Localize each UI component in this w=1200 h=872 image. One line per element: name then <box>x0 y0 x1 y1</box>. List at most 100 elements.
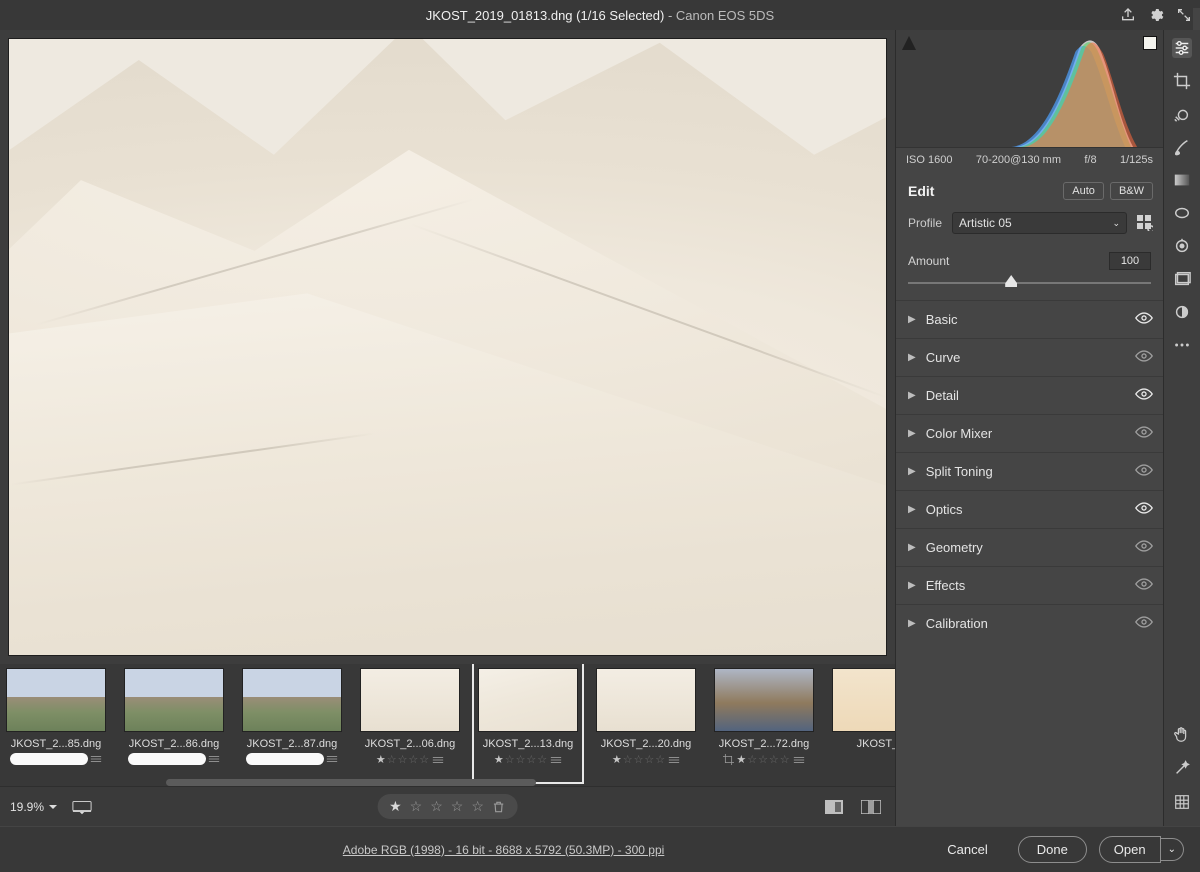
brush-icon[interactable] <box>1172 137 1192 157</box>
profile-browser-icon[interactable] <box>1137 215 1153 231</box>
edit-sliders-icon[interactable] <box>1172 38 1192 58</box>
grid-icon[interactable] <box>1172 792 1192 812</box>
open-dropdown[interactable]: ⌄ <box>1161 838 1184 861</box>
single-view-icon[interactable] <box>825 800 843 814</box>
title-bar: JKOST_2019_01813.dng (1/16 Selected) - C… <box>0 0 1200 30</box>
visibility-icon[interactable] <box>1135 502 1153 517</box>
star-5-icon[interactable]: ☆ <box>471 798 484 815</box>
visibility-icon[interactable] <box>1135 616 1153 631</box>
chevron-right-icon: ▶ <box>908 390 916 401</box>
marker-icon[interactable] <box>72 799 92 815</box>
thumb-image[interactable] <box>478 668 578 732</box>
preview-canvas[interactable] <box>8 38 887 656</box>
gear-icon[interactable] <box>1148 7 1164 23</box>
adjust-icon <box>793 755 805 765</box>
section-optics[interactable]: ▶Optics <box>896 490 1163 528</box>
open-button[interactable]: Open <box>1099 836 1161 863</box>
lens-value: 70-200@130 mm <box>976 154 1061 166</box>
hand-icon[interactable] <box>1172 724 1192 744</box>
section-effects[interactable]: ▶Effects <box>896 566 1163 604</box>
share-icon[interactable] <box>1120 7 1136 23</box>
thumbnail[interactable]: JKOST_2...13.dng★☆☆☆☆ <box>478 668 578 778</box>
star-3-icon[interactable]: ☆ <box>430 798 443 815</box>
visibility-icon[interactable] <box>1135 350 1153 365</box>
thumbnail[interactable]: JKOST_2...06.dng★☆☆☆☆ <box>360 668 460 778</box>
histogram[interactable] <box>896 30 1163 148</box>
visibility-icon[interactable] <box>1135 464 1153 479</box>
adjust-icon <box>208 754 220 764</box>
chevron-right-icon: ▶ <box>908 314 916 325</box>
image-info-link[interactable]: Adobe RGB (1998) - 16 bit - 8688 x 5792 … <box>343 843 665 857</box>
thumbnail[interactable]: JKOST_2...86.dng <box>124 668 224 778</box>
thumb-image[interactable] <box>124 668 224 732</box>
section-curve[interactable]: ▶Curve <box>896 338 1163 376</box>
thumb-filename: JKOST_2...85.dng <box>11 738 102 750</box>
crop-icon[interactable] <box>1172 71 1192 91</box>
bw-button[interactable]: B&W <box>1110 182 1153 200</box>
section-color-mixer[interactable]: ▶Color Mixer <box>896 414 1163 452</box>
auto-button[interactable]: Auto <box>1063 182 1104 200</box>
thumb-image[interactable] <box>360 668 460 732</box>
star-2-icon[interactable]: ☆ <box>410 798 423 815</box>
done-button[interactable]: Done <box>1018 836 1087 863</box>
title-filename: JKOST_2019_01813.dng <box>426 8 573 23</box>
compare-view-icon[interactable] <box>861 800 881 814</box>
thumb-rating: ★☆☆☆☆ <box>736 753 790 766</box>
filmstrip-scrollbar[interactable] <box>166 779 536 786</box>
magic-icon[interactable] <box>1172 758 1192 778</box>
redeye-icon[interactable] <box>1172 236 1192 256</box>
thumbnail[interactable]: JKOST_2...85.dng <box>6 668 106 778</box>
visibility-icon[interactable] <box>1135 388 1153 403</box>
star-1-icon[interactable]: ★ <box>389 798 402 815</box>
cancel-button[interactable]: Cancel <box>929 837 1005 862</box>
section-geometry[interactable]: ▶Geometry <box>896 528 1163 566</box>
thumb-image[interactable] <box>6 668 106 732</box>
bottom-toolbar: 19.9% ★ ☆ ☆ ☆ ☆ <box>0 786 895 826</box>
thumb-filename: JKOST_2...86.dng <box>129 738 220 750</box>
thumb-rating: ★☆☆☆☆ <box>376 753 430 766</box>
section-detail[interactable]: ▶Detail <box>896 376 1163 414</box>
thumb-rating: ★☆☆☆☆ <box>612 753 666 766</box>
chevron-right-icon: ▶ <box>908 618 916 629</box>
footer: Adobe RGB (1998) - 16 bit - 8688 x 5792 … <box>0 826 1200 872</box>
trash-icon[interactable] <box>492 800 506 814</box>
shutter-value: 1/125s <box>1120 154 1153 166</box>
tool-rail <box>1163 30 1200 826</box>
edit-header: Edit Auto B&W <box>896 172 1163 208</box>
zoom-control[interactable]: 19.9% <box>10 800 58 814</box>
filmstrip[interactable]: JKOST_2...85.dng JKOST_2...86.dng JKOST_2.… <box>0 664 895 786</box>
section-label: Split Toning <box>926 464 993 479</box>
thumb-image[interactable] <box>832 668 895 732</box>
thumb-filename: JKOST_2...72.dng <box>719 738 810 750</box>
crop-badge-icon <box>723 754 734 765</box>
thumbnail[interactable]: JKOST_2...87.dng <box>242 668 342 778</box>
section-calibration[interactable]: ▶Calibration <box>896 604 1163 642</box>
title-separator: - <box>668 8 676 23</box>
thumb-image[interactable] <box>596 668 696 732</box>
amount-slider[interactable] <box>908 274 1151 288</box>
visibility-icon[interactable] <box>1135 426 1153 441</box>
gradient-icon[interactable] <box>1172 170 1192 190</box>
fullscreen-icon[interactable] <box>1176 7 1192 23</box>
thumb-image[interactable] <box>242 668 342 732</box>
rating-filter[interactable]: ★ ☆ ☆ ☆ ☆ <box>377 794 518 819</box>
thumbnail[interactable]: JKOST_2...20.dng★☆☆☆☆ <box>596 668 696 778</box>
more-icon[interactable] <box>1172 335 1192 355</box>
amount-value[interactable]: 100 <box>1109 252 1151 270</box>
visibility-icon[interactable] <box>1135 312 1153 327</box>
star-4-icon[interactable]: ☆ <box>451 798 464 815</box>
spot-heal-icon[interactable] <box>1172 104 1192 124</box>
color-sample-icon[interactable] <box>1172 302 1192 322</box>
section-split-toning[interactable]: ▶Split Toning <box>896 452 1163 490</box>
snapshots-icon[interactable] <box>1172 269 1192 289</box>
visibility-icon[interactable] <box>1135 540 1153 555</box>
thumbnail[interactable]: JKOST_2...72.dng ★☆☆☆☆ <box>714 668 814 778</box>
visibility-icon[interactable] <box>1135 578 1153 593</box>
section-label: Effects <box>926 578 966 593</box>
profile-select[interactable]: Artistic 05 ⌄ <box>952 212 1127 234</box>
preview-area[interactable] <box>0 30 895 664</box>
section-basic[interactable]: ▶Basic <box>896 300 1163 338</box>
radial-icon[interactable] <box>1172 203 1192 223</box>
thumb-image[interactable] <box>714 668 814 732</box>
thumbnail[interactable]: JKOST_... <box>832 668 895 778</box>
